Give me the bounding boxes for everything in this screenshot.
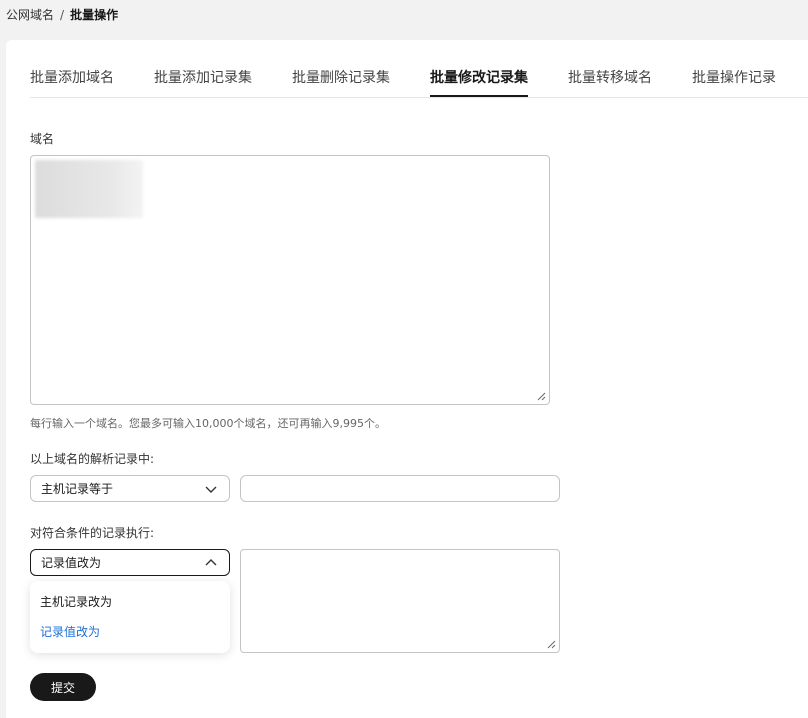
condition-select-value: 主机记录等于 [41,482,114,496]
tab-batch-add-domain[interactable]: 批量添加域名 [30,67,114,97]
main-card: 批量添加域名 批量添加记录集 批量删除记录集 批量修改记录集 批量转移域名 批量… [6,40,808,718]
action-value-textarea[interactable] [240,549,560,653]
domain-label: 域名 [30,132,55,146]
tab-batch-transfer-domain[interactable]: 批量转移域名 [568,67,652,97]
blurred-domain-content [35,160,143,218]
domain-hint: 每行输入一个域名。您最多可输入10,000个域名，还可再输入9,995个。 [30,417,386,430]
action-label: 对符合条件的记录执行: [30,526,155,540]
domain-textarea[interactable] [30,155,550,405]
resize-handle-icon[interactable] [537,392,546,401]
action-select-value: 记录值改为 [41,556,102,570]
tab-batch-delete-recordset[interactable]: 批量删除记录集 [292,67,390,97]
chevron-up-icon [205,559,217,566]
action-dropdown-menu: 主机记录改为 记录值改为 [30,581,230,653]
tab-bar: 批量添加域名 批量添加记录集 批量删除记录集 批量修改记录集 批量转移域名 批量… [30,58,808,98]
tab-batch-operation-log[interactable]: 批量操作记录 [692,67,776,97]
breadcrumb-current: 批量操作 [70,8,119,22]
option-modify-host-record[interactable]: 主机记录改为 [30,587,230,617]
condition-value-input[interactable] [240,475,560,502]
condition-select[interactable]: 主机记录等于 [30,475,230,502]
tab-batch-add-recordset[interactable]: 批量添加记录集 [154,67,252,97]
breadcrumb-link-public-domains[interactable]: 公网域名 [6,6,54,24]
action-select[interactable]: 记录值改为 [30,549,230,576]
resize-handle-icon[interactable] [547,640,556,649]
breadcrumb: 公网域名 / 批量操作 [6,6,118,24]
option-modify-record-value[interactable]: 记录值改为 [30,617,230,647]
tab-batch-modify-recordset[interactable]: 批量修改记录集 [430,67,528,97]
condition-label: 以上域名的解析记录中: [30,452,155,466]
submit-button[interactable]: 提交 [30,673,96,701]
chevron-down-icon [205,486,217,493]
breadcrumb-separator: / [60,8,65,22]
